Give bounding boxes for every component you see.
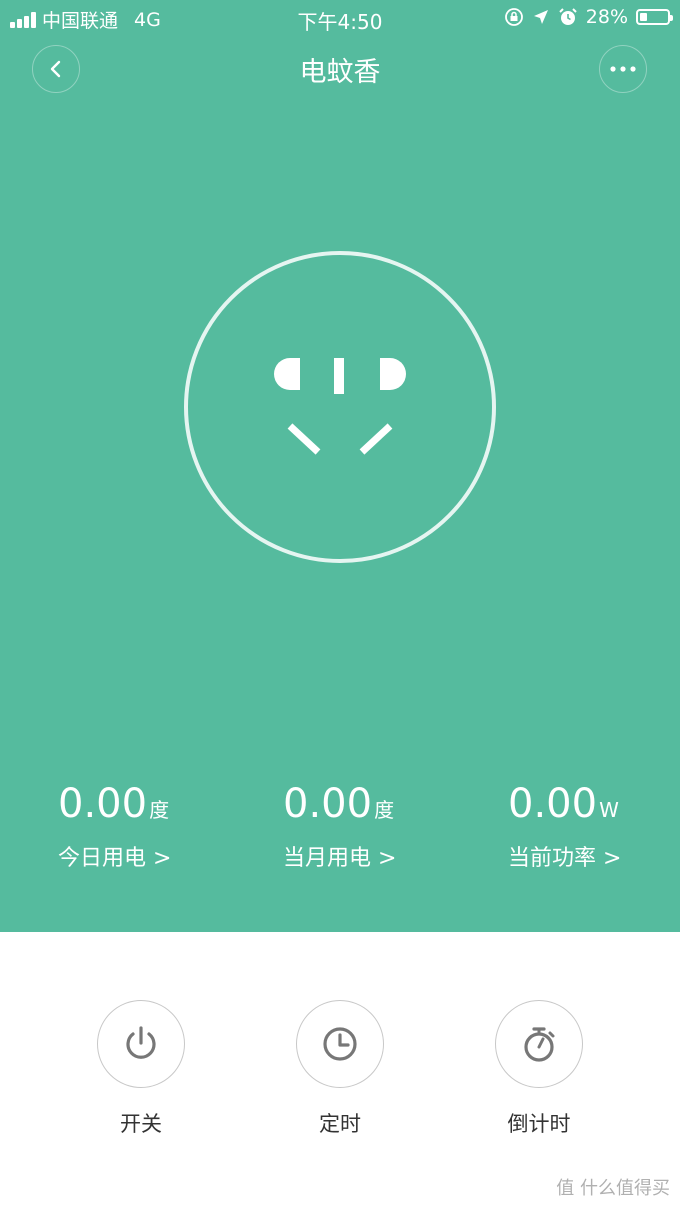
power-label: 开关: [120, 1112, 162, 1136]
stat-unit: 度: [149, 798, 170, 822]
power-control[interactable]: 开关: [96, 1000, 186, 1138]
socket-icon: [274, 358, 406, 455]
stat-month-usage[interactable]: 0.00 度 当月用电 >: [283, 780, 396, 871]
device-panel: 中国联通 4G 下午4:50 28% 电蚊香 0.00 度 今日用电 > 0.0…: [0, 0, 680, 932]
stat-value: 0.00: [508, 781, 598, 827]
watermark: 值 什么值得买: [556, 1174, 670, 1200]
timer-label: 定时: [319, 1112, 361, 1136]
stat-unit: 度: [374, 798, 395, 822]
status-bar: 中国联通 4G 下午4:50 28%: [0, 0, 680, 36]
more-button[interactable]: [599, 45, 647, 93]
rotation-lock-icon: [504, 8, 523, 26]
stat-today-usage[interactable]: 0.00 度 今日用电 >: [58, 780, 171, 871]
clock-icon: [323, 1027, 357, 1061]
alarm-icon: [559, 8, 577, 25]
countdown-label: 倒计时: [507, 1112, 571, 1136]
stopwatch-icon: [524, 1027, 555, 1062]
location-icon: [533, 10, 548, 24]
stat-value: 0.00: [283, 781, 373, 827]
page-title: 电蚊香: [299, 57, 381, 88]
power-icon: [126, 1026, 156, 1059]
battery-icon: [636, 9, 673, 25]
status-right: 28%: [504, 6, 673, 28]
stat-value: 0.00: [58, 781, 148, 827]
stat-current-power[interactable]: 0.00 W 当前功率 >: [508, 780, 621, 871]
stat-label: 当前功率 >: [508, 846, 622, 871]
countdown-button[interactable]: [495, 1000, 583, 1088]
watermark-text: 值 什么值得买: [556, 1178, 670, 1199]
stat-label: 今日用电 >: [58, 846, 172, 871]
timer-control[interactable]: 定时: [295, 1000, 385, 1138]
battery-percent: 28%: [585, 6, 628, 28]
timer-button[interactable]: [296, 1000, 384, 1088]
more-dots-icon: [610, 66, 636, 72]
power-button[interactable]: [97, 1000, 185, 1088]
stat-label: 当月用电 >: [283, 846, 397, 871]
stat-unit: W: [599, 798, 619, 822]
countdown-control[interactable]: 倒计时: [494, 1000, 584, 1138]
